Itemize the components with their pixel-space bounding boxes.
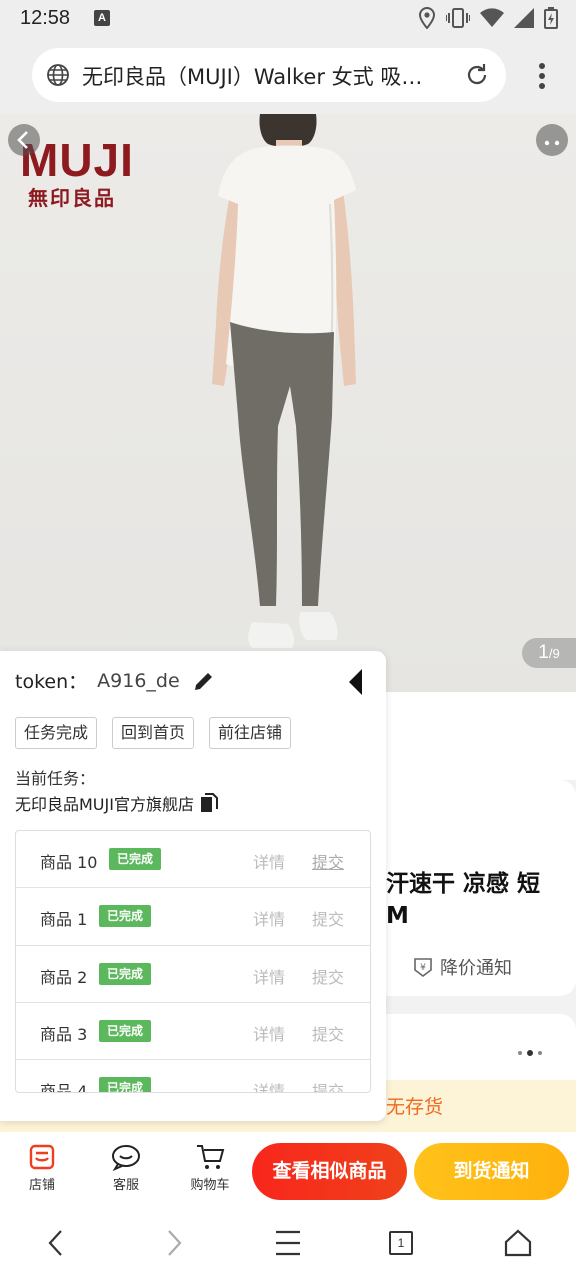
submit-link[interactable]: 提交: [312, 964, 344, 988]
submit-link[interactable]: 提交: [312, 849, 344, 873]
battery-icon: [544, 7, 558, 29]
notification-a-icon: A: [94, 10, 110, 26]
cart-icon: [197, 1145, 225, 1169]
status-badge: 已完成: [99, 1019, 152, 1042]
product-title: 汗速干 凉感 短 M: [386, 868, 540, 932]
current-task-label: 当前任务：: [15, 769, 96, 788]
submit-link[interactable]: 提交: [312, 1021, 344, 1045]
detail-link[interactable]: 详情: [253, 849, 285, 873]
collapse-panel-icon[interactable]: [346, 667, 366, 697]
task-name: 商品 3: [40, 1024, 88, 1044]
brand-cjk: 無印良品: [28, 186, 116, 210]
chat-icon: [112, 1145, 140, 1171]
wifi-icon: [480, 8, 504, 27]
cart-label: 购物车: [190, 1178, 230, 1193]
detail-link[interactable]: 详情: [253, 1078, 285, 1092]
store-button[interactable]: 店铺: [12, 1140, 72, 1193]
task-name: 商品 4: [40, 1082, 88, 1093]
menu-lines-icon[interactable]: [274, 1228, 302, 1258]
location-icon: [418, 7, 436, 29]
task-row: 商品 4 已完成 详情 提交: [16, 1060, 370, 1093]
image-counter-current: 1: [538, 642, 549, 663]
status-badge: 已完成: [109, 848, 162, 870]
task-name: 商品 2: [40, 967, 88, 987]
status-badge: 已完成: [99, 1077, 152, 1092]
image-counter-total: /9: [548, 646, 560, 661]
browser-toolbar: 无印良品（MUJI）Walker 女式 吸…: [0, 38, 576, 114]
copy-icon[interactable]: [200, 793, 218, 813]
status-bar: 12:58 A: [0, 0, 576, 38]
status-time: 12:58: [20, 7, 71, 29]
task-list: 商品 10 已完成 详情 提交 商品 1 已完成 详情 提交 商品 2 已完成 …: [15, 830, 371, 1093]
store-label: 店铺: [28, 1178, 55, 1193]
product-title-line1: 汗速干 凉感 短: [386, 871, 541, 897]
go-store-button[interactable]: 前往店铺: [209, 717, 292, 749]
page-title: 无印良品（MUJI）Walker 女式 吸…: [82, 65, 423, 89]
status-icons: [418, 7, 558, 29]
detail-link[interactable]: 详情: [253, 1021, 285, 1045]
more-vertical-icon[interactable]: [538, 62, 546, 90]
edit-pencil-icon[interactable]: [192, 669, 216, 693]
browser-bottom-nav: 1: [0, 1210, 576, 1280]
price-alert-button[interactable]: ¥ 降价通知: [412, 954, 512, 980]
task-row: 商品 10 已完成 详情 提交: [16, 831, 370, 889]
task-panel: token： A916_de 任务完成 回到首页 前往店铺 当前任务： 无印良品…: [0, 651, 386, 1121]
current-task-store: 无印良品MUJI官方旗舰店: [15, 791, 218, 815]
task-row: 商品 1 已完成 详情 提交: [16, 888, 370, 946]
customer-service-label: 客服: [112, 1178, 139, 1193]
task-name: 商品 10: [40, 853, 98, 872]
status-badge: 已完成: [99, 962, 152, 985]
more-button[interactable]: [536, 124, 568, 156]
detail-link[interactable]: 详情: [253, 906, 285, 930]
forward-arrow-icon[interactable]: [162, 1228, 186, 1258]
price-alert-label: 降价通知: [440, 958, 512, 979]
token-label: token：: [15, 671, 88, 693]
reload-icon[interactable]: [464, 62, 490, 88]
submit-link[interactable]: 提交: [312, 906, 344, 930]
bottom-action-bar: 店铺 客服 购物车 查看相似商品 到货通知: [0, 1132, 576, 1210]
store-icon: [29, 1144, 55, 1170]
address-bar[interactable]: 无印良品（MUJI）Walker 女式 吸…: [32, 48, 506, 102]
arrival-notify-button[interactable]: 到货通知: [414, 1143, 569, 1200]
store-name: 无印良品MUJI官方旗舰店: [15, 795, 194, 814]
tabs-button[interactable]: 1: [389, 1231, 413, 1255]
carousel-dots: [518, 1050, 542, 1056]
svg-text:¥: ¥: [420, 963, 426, 973]
cart-button[interactable]: 购物车: [180, 1140, 240, 1193]
more-dots-icon: [544, 140, 560, 146]
home-icon[interactable]: [504, 1228, 532, 1258]
price-tag-icon: ¥: [414, 958, 432, 977]
chevron-left-icon: [17, 131, 28, 149]
task-complete-button[interactable]: 任务完成: [15, 717, 98, 749]
token-value: A916_de: [97, 669, 180, 692]
task-name: 商品 1: [40, 910, 88, 930]
model-photo: [212, 114, 356, 648]
panel-buttons: 任务完成 回到首页 前往店铺: [15, 717, 292, 749]
signal-icon: [514, 8, 534, 28]
token-row: token： A916_de: [15, 667, 216, 694]
back-arrow-icon[interactable]: [44, 1228, 68, 1258]
customer-service-button[interactable]: 客服: [96, 1140, 156, 1193]
vibrate-icon: [446, 8, 470, 28]
detail-link[interactable]: 详情: [253, 964, 285, 988]
product-image[interactable]: MUJI 無印良品 1/9: [0, 114, 576, 692]
task-row: 商品 3 已完成 详情 提交: [16, 1003, 370, 1061]
submit-link[interactable]: 提交: [312, 1078, 344, 1092]
product-title-line2: M: [386, 903, 409, 929]
back-button[interactable]: [8, 124, 40, 156]
status-badge: 已完成: [99, 905, 152, 928]
globe-icon: [47, 64, 69, 86]
image-counter: 1/9: [522, 638, 576, 668]
view-similar-button[interactable]: 查看相似商品: [252, 1143, 407, 1200]
task-row: 商品 2 已完成 详情 提交: [16, 946, 370, 1003]
back-home-button[interactable]: 回到首页: [112, 717, 195, 749]
out-of-stock-text: 无存货: [386, 1096, 444, 1118]
